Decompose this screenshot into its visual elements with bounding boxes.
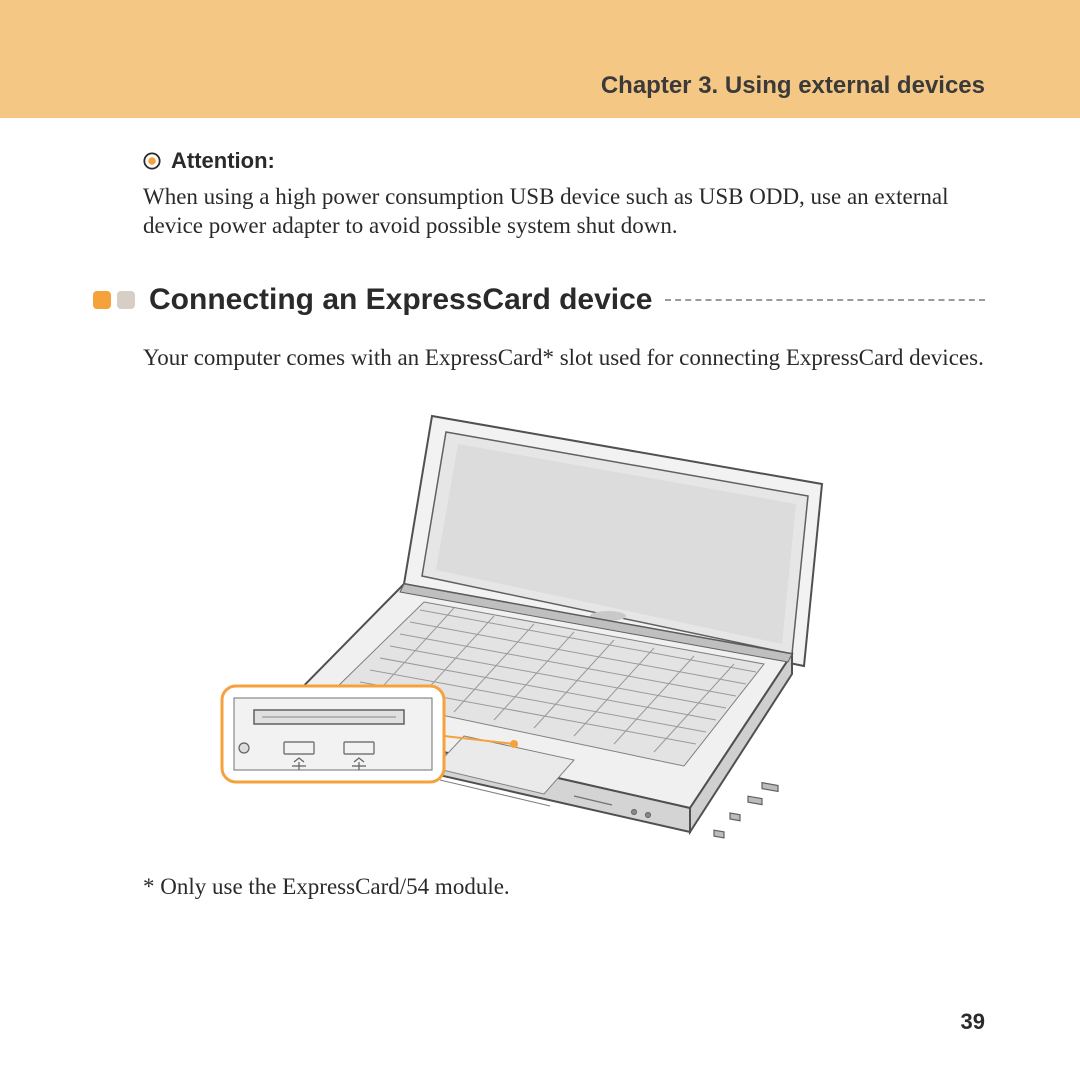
heading-dashed-line xyxy=(665,299,986,301)
page-content: Attention: When using a high power consu… xyxy=(0,118,1080,902)
attention-label: Attention: xyxy=(171,148,275,174)
laptop-expresscard-illustration xyxy=(214,396,914,846)
bullet-square-gray-icon xyxy=(117,291,135,309)
section-heading-row: Connecting an ExpressCard device xyxy=(93,283,985,317)
header-bar: Chapter 3. Using external devices xyxy=(0,0,1080,118)
bullet-square-orange-icon xyxy=(93,291,111,309)
page-number: 39 xyxy=(961,1009,985,1035)
section-intro-text: Your computer comes with an ExpressCard*… xyxy=(143,343,985,372)
section-heading: Connecting an ExpressCard device xyxy=(149,283,653,317)
chapter-title: Chapter 3. Using external devices xyxy=(601,72,985,100)
attention-text: When using a high power consumption USB … xyxy=(143,182,985,241)
figure-container xyxy=(143,396,985,846)
section-footnote: * Only use the ExpressCard/54 module. xyxy=(143,872,985,901)
attention-bullet-icon xyxy=(143,152,161,170)
attention-heading-row: Attention: xyxy=(143,148,985,174)
